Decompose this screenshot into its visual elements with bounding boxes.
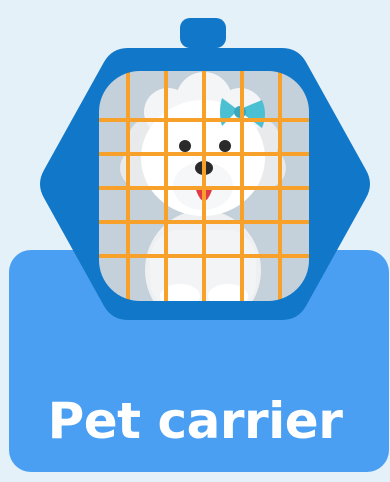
carrier-handle [180, 18, 226, 48]
card-title: Pet carrier [47, 392, 343, 450]
pet-carrier-card[interactable]: Pet carrier [0, 0, 390, 482]
